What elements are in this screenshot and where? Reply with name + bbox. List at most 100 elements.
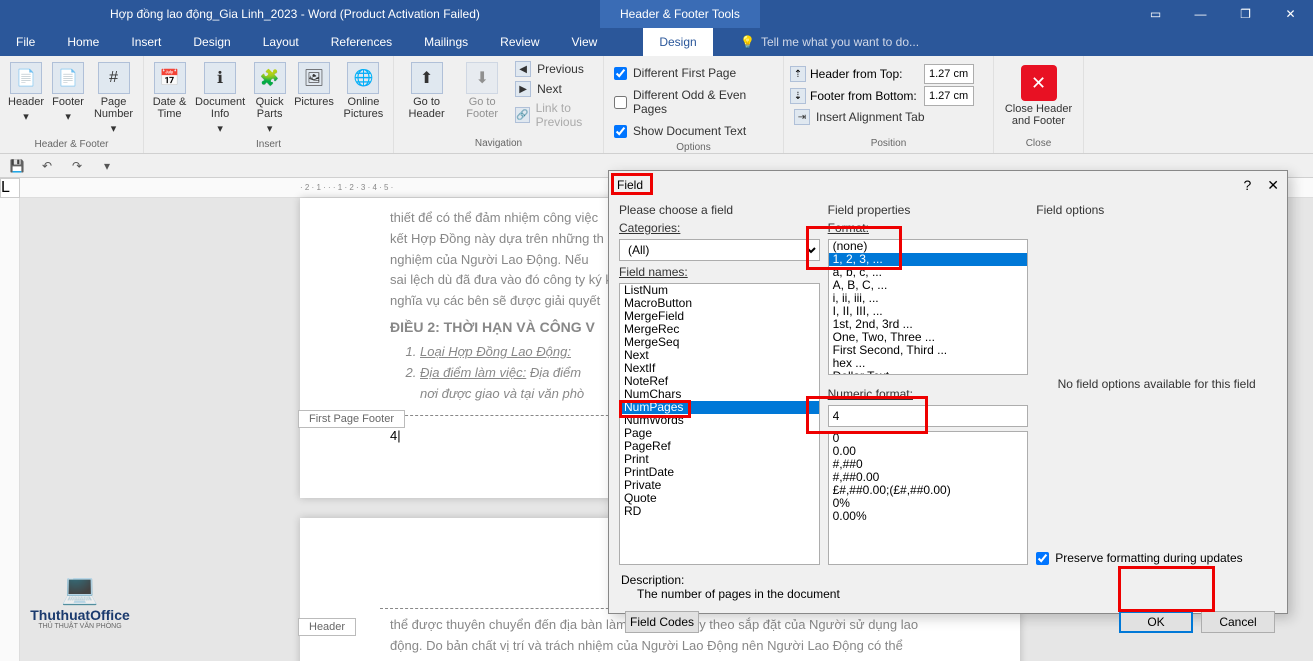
tab-icon: ⇥ — [794, 109, 810, 125]
header-tag: Header — [298, 618, 356, 636]
cancel-button[interactable]: Cancel — [1201, 611, 1275, 633]
footer-bottom-input[interactable] — [924, 86, 974, 106]
top-margin-icon: ⇡ — [790, 66, 806, 82]
minimize-icon[interactable]: — — [1178, 0, 1223, 28]
title-bar: Hợp đồng lao động_Gia Linh_2023 - Word (… — [0, 0, 1313, 28]
online-pictures-button[interactable]: 🌐Online Pictures — [340, 60, 387, 137]
tab-view[interactable]: View — [556, 28, 614, 56]
dropdown-icon: ▾ — [23, 110, 29, 123]
ribbon-display-icon[interactable]: ▭ — [1133, 0, 1178, 28]
save-icon[interactable]: 💾 — [8, 157, 26, 175]
globe-icon: 🌐 — [347, 62, 379, 94]
numeric-format-listbox[interactable]: 00.00#,##0#,##0.00£#,##0.00;(£#,##0.00)0… — [828, 431, 1029, 565]
show-document-text-checkbox[interactable]: Show Document Text — [610, 122, 777, 140]
bottom-margin-icon: ⇣ — [790, 88, 806, 104]
categories-label: Categories: — [619, 221, 820, 235]
dialog-close-icon[interactable]: ✕ — [1267, 177, 1279, 194]
tab-design[interactable]: Design — [177, 28, 246, 56]
undo-icon[interactable]: ↶ — [38, 157, 56, 175]
redo-icon[interactable]: ↷ — [68, 157, 86, 175]
tab-file[interactable]: File — [0, 28, 51, 56]
different-first-page-checkbox[interactable]: Different First Page — [610, 64, 777, 82]
tab-insert[interactable]: Insert — [115, 28, 177, 56]
categories-select[interactable]: (All) — [619, 239, 820, 261]
page-number-icon: # — [98, 62, 130, 94]
numeric-format-label: Numeric format: — [828, 387, 1029, 401]
list-item[interactable]: Quote — [620, 492, 819, 505]
group-label-close: Close — [1000, 136, 1077, 149]
header-from-top: ⇡Header from Top: — [790, 64, 987, 84]
field-options-label: Field options — [1036, 203, 1277, 217]
info-icon: ℹ — [204, 62, 236, 94]
format-listbox[interactable]: (none)1, 2, 3, ...a, b, c, ...A, B, C, .… — [828, 239, 1029, 375]
dialog-title-text: Field — [617, 178, 643, 192]
tab-review[interactable]: Review — [484, 28, 555, 56]
close-window-icon[interactable]: ✕ — [1268, 0, 1313, 28]
customize-qat-icon[interactable]: ▾ — [98, 157, 116, 175]
previous-button[interactable]: ◀Previous — [511, 60, 597, 78]
tab-hf-design[interactable]: Design — [643, 28, 712, 56]
preserve-formatting-checkbox[interactable]: Preserve formatting during updates — [1036, 551, 1277, 565]
ok-button[interactable]: OK — [1119, 611, 1193, 633]
ribbon: 📄Header▾ 📄Footer▾ #Page Number▾ Header &… — [0, 56, 1313, 154]
list-item[interactable]: 0 — [829, 432, 1028, 445]
watermark-logo: 💻 ThuthuatOffice THỦ THUẬT VĂN PHÒNG — [20, 561, 140, 641]
date-time-button[interactable]: 📅Date & Time — [150, 60, 189, 137]
insert-alignment-tab-button[interactable]: ⇥Insert Alignment Tab — [790, 108, 987, 126]
tell-me-search[interactable]: 💡 Tell me what you want to do... — [740, 35, 919, 49]
restore-icon[interactable]: ❐ — [1223, 0, 1268, 28]
header-icon: 📄 — [10, 62, 42, 94]
next-button[interactable]: ▶Next — [511, 80, 597, 98]
group-label-insert: Insert — [150, 137, 387, 150]
field-names-listbox[interactable]: ListNumMacroButtonMergeFieldMergeRecMerg… — [619, 283, 820, 565]
close-hf-button[interactable]: ✕Close Header and Footer — [1000, 63, 1077, 129]
calendar-icon: 📅 — [154, 62, 186, 94]
list-item[interactable]: PageRef — [620, 440, 819, 453]
picture-icon: 🖼 — [298, 62, 330, 94]
group-label-hf: Header & Footer — [6, 137, 137, 150]
list-item[interactable]: RD — [620, 505, 819, 518]
close-x-icon: ✕ — [1021, 65, 1057, 101]
field-names-label: Field names: — [619, 265, 820, 279]
prev-icon: ◀ — [515, 61, 531, 77]
list-item[interactable]: MergeSeq — [620, 336, 819, 349]
goto-footer-icon: ⬇ — [466, 62, 498, 94]
dropdown-icon: ▾ — [65, 110, 71, 123]
numeric-format-input[interactable] — [828, 405, 1029, 427]
laptop-icon: 💻 — [61, 572, 98, 607]
vertical-ruler[interactable] — [0, 178, 20, 661]
list-item[interactable]: 0.00% — [829, 510, 1028, 523]
header-button[interactable]: 📄Header▾ — [6, 60, 46, 137]
goto-header-button[interactable]: ⬆Go to Header — [400, 60, 453, 122]
dialog-help-icon[interactable]: ? — [1243, 177, 1251, 194]
tab-mailings[interactable]: Mailings — [408, 28, 484, 56]
contextual-tab-label: Header & Footer Tools — [600, 0, 760, 28]
different-odd-even-checkbox[interactable]: Different Odd & Even Pages — [610, 86, 777, 118]
watermark-brand: ThuthuatOffice — [30, 607, 130, 623]
link-icon: 🔗 — [515, 107, 529, 123]
first-page-footer-tag: First Page Footer — [298, 410, 405, 428]
format-label: Format: — [828, 221, 1029, 235]
watermark-sub: THỦ THUẬT VĂN PHÒNG — [38, 623, 121, 630]
field-codes-button[interactable]: Field Codes — [625, 611, 699, 633]
description-label: Description: — [621, 573, 1275, 587]
header-top-input[interactable] — [924, 64, 974, 84]
tab-references[interactable]: References — [315, 28, 408, 56]
page-number-button[interactable]: #Page Number▾ — [90, 60, 137, 137]
footer-button[interactable]: 📄Footer▾ — [50, 60, 86, 137]
quick-parts-button[interactable]: 🧩Quick Parts▾ — [251, 60, 288, 137]
tab-layout[interactable]: Layout — [247, 28, 315, 56]
field-properties-label: Field properties — [828, 203, 1029, 217]
list-item[interactable]: Dollar Text — [829, 370, 1028, 375]
tab-home[interactable]: Home — [51, 28, 115, 56]
field-dialog: Field ? ✕ Please choose a field Categori… — [608, 170, 1288, 614]
no-options-text: No field options available for this fiel… — [1058, 377, 1256, 391]
link-previous-button: 🔗Link to Previous — [511, 100, 597, 130]
dropdown-icon: ▾ — [111, 122, 117, 135]
parts-icon: 🧩 — [254, 62, 286, 94]
list-item[interactable]: £#,##0.00;(£#,##0.00) — [829, 484, 1028, 497]
pictures-button[interactable]: 🖼Pictures — [292, 60, 336, 137]
doc-info-button[interactable]: ℹDocument Info▾ — [193, 60, 247, 137]
menu-bar: File Home Insert Design Layout Reference… — [0, 28, 1313, 56]
ruler-corner: L — [0, 178, 20, 198]
